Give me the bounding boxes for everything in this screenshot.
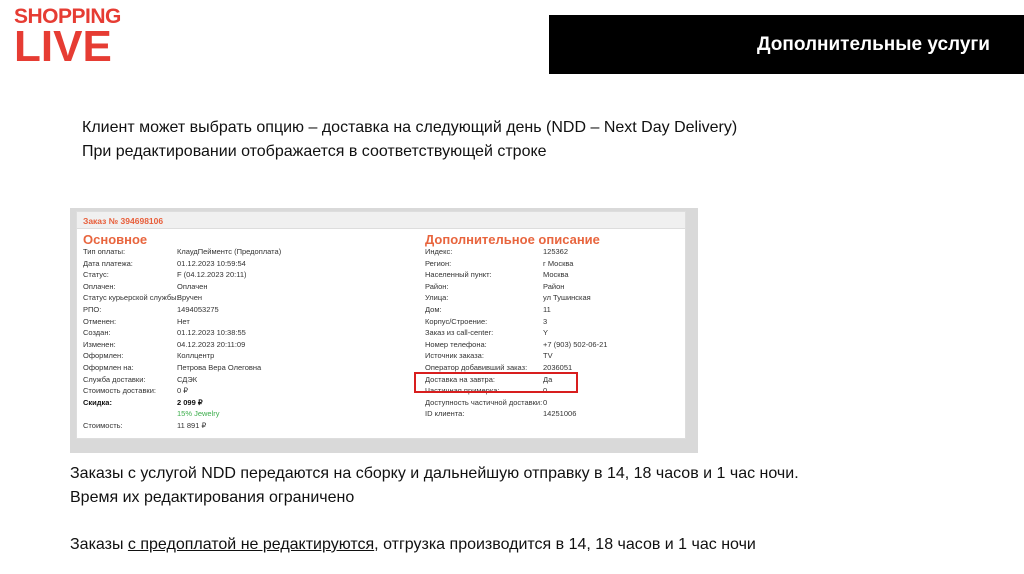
- detail-key: Стоимость доставки:: [83, 386, 156, 396]
- detail-key: Доступность частичной доставки:: [425, 397, 543, 407]
- detail-key: Статус:: [83, 270, 109, 280]
- detail-key: Оформлен на:: [83, 362, 134, 372]
- detail-value: 15% Jewelry: [177, 409, 220, 419]
- detail-value: 11: [543, 304, 551, 314]
- detail-value: Оплачен: [177, 281, 208, 291]
- order-header-bar: [77, 212, 685, 229]
- detail-key: ID клиента:: [425, 409, 465, 419]
- detail-value: Коллцентр: [177, 351, 215, 361]
- prepaid-info-paragraph: Заказы с предоплатой не редактируются, о…: [70, 533, 756, 557]
- detail-value: +7 (903) 502-06-21: [543, 339, 608, 349]
- detail-value: Y: [543, 328, 549, 338]
- detail-key: Индекс:: [425, 247, 453, 256]
- detail-key: Заказ из call-center:: [425, 328, 494, 338]
- detail-key: Регион:: [425, 258, 452, 268]
- detail-value: 2 099 ₽: [177, 397, 203, 407]
- logo-line-2: LIVE: [14, 22, 112, 71]
- detail-key: Служба доставки:: [83, 374, 146, 384]
- detail-key: РПО:: [83, 304, 102, 314]
- header-title-bar: Дополнительные услуги: [549, 15, 1024, 74]
- detail-value: г Москва: [543, 258, 574, 268]
- detail-key: Скидка:: [83, 397, 112, 407]
- detail-value: 11 891 ₽: [177, 420, 207, 430]
- intro-line-2: При редактировании отображается в соотве…: [82, 143, 547, 160]
- detail-value: 0: [543, 397, 548, 407]
- detail-key: Оформлен:: [83, 351, 124, 361]
- order-details-screenshot: Заказ № 394698106 Основное Дополнительно…: [76, 211, 686, 439]
- detail-key: Корпус/Строение:: [425, 316, 488, 326]
- detail-key: Стоимость:: [83, 420, 123, 430]
- detail-value: F (04.12.2023 20:11): [177, 270, 247, 280]
- detail-value: 1494053275: [177, 304, 219, 314]
- detail-key: Статус курьерской службы:: [83, 293, 179, 303]
- detail-key: Тип оплаты:: [83, 247, 126, 256]
- detail-value: ул Тушинская: [543, 293, 591, 303]
- intro-text: Клиент может выбрать опцию – доставка на…: [82, 116, 782, 164]
- detail-value: Район: [543, 281, 565, 291]
- main-section-title: Основное: [83, 232, 148, 247]
- detail-key: Номер телефона:: [425, 339, 487, 349]
- additional-section-title: Дополнительное описание: [425, 232, 600, 247]
- detail-key: Отменен:: [83, 316, 117, 326]
- detail-key: Оператор добавивший заказ:: [425, 362, 528, 372]
- ndd-info-paragraph: Заказы с услугой NDD передаются на сборк…: [70, 462, 799, 510]
- detail-value: КлаудПейментс (Предоплата): [177, 247, 282, 256]
- detail-key: Создан:: [83, 328, 111, 338]
- detail-key: Изменен:: [83, 339, 116, 349]
- detail-key: Населенный пункт:: [425, 270, 492, 280]
- detail-value: 125362: [543, 247, 569, 256]
- prepaid-suffix: , отгрузка производится в 14, 18 часов и…: [374, 536, 756, 553]
- detail-value: TV: [543, 351, 553, 361]
- detail-value: 01.12.2023 10:38:55: [177, 328, 246, 338]
- detail-value: Вручен: [177, 293, 203, 303]
- detail-key: Оплачен:: [83, 281, 116, 291]
- detail-key: Дом:: [425, 304, 442, 314]
- next-day-delivery-highlight: [414, 372, 578, 393]
- detail-value: Нет: [177, 316, 190, 326]
- detail-key: Район:: [425, 281, 449, 291]
- detail-value: 3: [543, 316, 548, 326]
- ndd-info-line-2: Время их редактирования ограничено: [70, 489, 355, 506]
- prepaid-prefix: Заказы: [70, 536, 128, 553]
- detail-value: Москва: [543, 270, 569, 280]
- detail-value: 2036051: [543, 362, 573, 372]
- intro-line-1: Клиент может выбрать опцию – доставка на…: [82, 119, 738, 136]
- detail-value: 14251006: [543, 409, 577, 419]
- order-number: Заказ № 394698106: [83, 216, 164, 226]
- detail-value: 04.12.2023 20:11:09: [177, 339, 246, 349]
- detail-key: Дата платежа:: [83, 258, 133, 268]
- prepaid-underlined: с предоплатой не редактируются: [127, 536, 375, 553]
- detail-value: 01.12.2023 10:59:54: [177, 258, 246, 268]
- ndd-info-line-1: Заказы с услугой NDD передаются на сборк…: [70, 465, 799, 482]
- shopping-live-logo: SHOPPING LIVE: [14, 6, 121, 69]
- detail-value: Петрова Вера Олеговна: [177, 362, 262, 372]
- page-title: Дополнительные услуги: [756, 33, 990, 55]
- detail-value: СДЭК: [177, 374, 198, 384]
- detail-key: Улица:: [425, 293, 449, 303]
- detail-value: 0 ₽: [177, 386, 189, 396]
- detail-key: Источник заказа:: [425, 351, 484, 361]
